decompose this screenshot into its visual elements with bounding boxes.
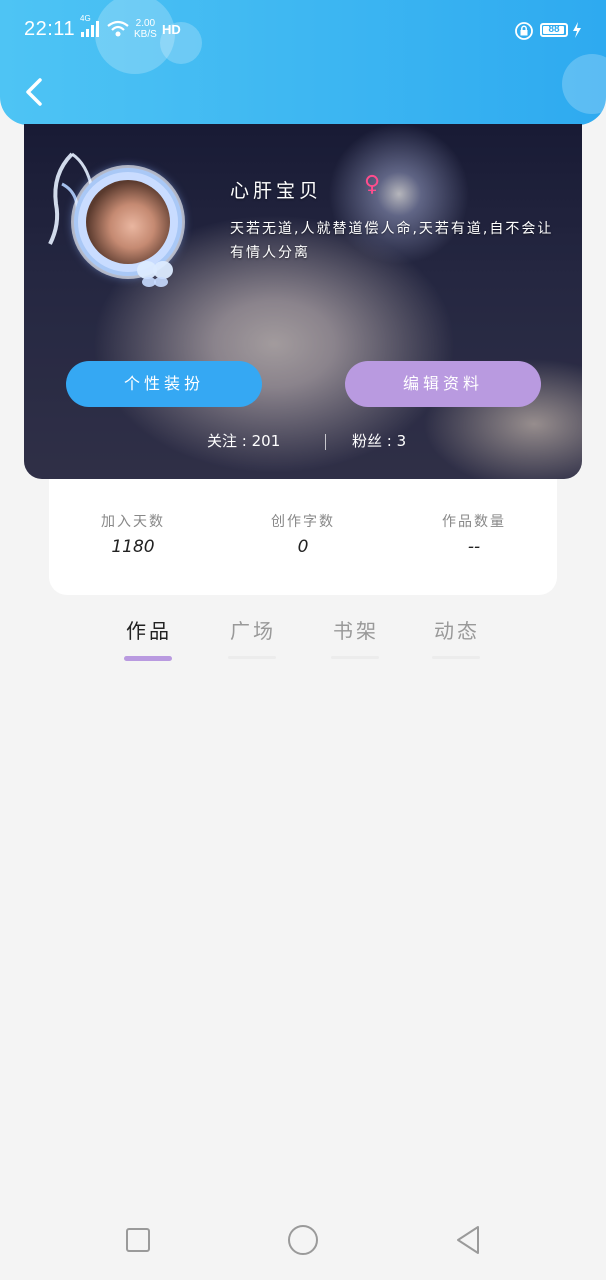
avatar[interactable] <box>86 180 170 264</box>
tab-square[interactable]: 广场 <box>230 615 276 644</box>
tab-indicator <box>228 656 276 659</box>
recent-apps-icon[interactable] <box>120 1222 156 1258</box>
dress-up-button[interactable]: 个性装扮 <box>66 361 262 407</box>
hd-badge: HD <box>162 22 181 37</box>
info-label: 作品数量 <box>442 514 506 530</box>
tab-bookshelf[interactable]: 书架 <box>333 615 379 644</box>
tab-indicator <box>331 656 379 659</box>
battery-icon: 88 <box>540 23 568 37</box>
gender-female-icon: ♀ <box>364 172 381 197</box>
info-works-count: 作品数量 -- <box>394 511 554 557</box>
network-type: 4G <box>80 14 91 23</box>
butterfly-decoration-icon <box>137 261 173 287</box>
fans-stat[interactable]: 粉丝 : 3 <box>352 430 406 451</box>
info-word-count: 创作字数 0 <box>223 511 383 557</box>
follow-count: 201 <box>251 432 281 450</box>
profile-banner: 心肝宝贝 ♀ 天若无道,人就替道偿人命,天若有道,自不会让有情人分离 个性装扮 … <box>24 124 582 479</box>
system-nav-bar <box>0 1200 606 1280</box>
status-bar: 22:11 4G 2.00 KB/S HD 88 <box>0 0 606 62</box>
info-join-days: 加入天数 1180 <box>53 511 213 557</box>
wifi-icon <box>107 20 129 37</box>
info-value: -- <box>467 537 481 557</box>
tab-active-indicator <box>124 656 172 661</box>
follow-stat[interactable]: 关注 : 201 <box>207 430 280 451</box>
charging-icon <box>573 22 581 38</box>
info-value: 0 <box>297 537 309 557</box>
status-time: 22:11 <box>24 18 76 40</box>
header-bar: 22:11 4G 2.00 KB/S HD 88 <box>0 0 606 125</box>
home-icon[interactable] <box>285 1222 321 1258</box>
back-nav-icon[interactable] <box>450 1222 486 1258</box>
fans-label: 粉丝 <box>352 432 383 450</box>
signal-icon <box>81 21 99 37</box>
nickname: 心肝宝贝 <box>230 180 323 202</box>
follow-label: 关注 <box>207 432 238 450</box>
edit-profile-button[interactable]: 编辑资料 <box>345 361 541 407</box>
bio-text: 天若无道,人就替道偿人命,天若有道,自不会让有情人分离 <box>230 221 554 261</box>
tab-indicator <box>432 656 480 659</box>
tab-moments[interactable]: 动态 <box>434 615 480 644</box>
stats-divider <box>325 434 326 450</box>
info-card: 加入天数 1180 创作字数 0 作品数量 -- <box>49 479 557 595</box>
follow-stats: 关注 : 201 粉丝 : 3 <box>24 430 582 454</box>
fans-count: 3 <box>396 432 407 450</box>
back-icon[interactable] <box>18 72 54 112</box>
lock-rotation-icon <box>515 22 533 40</box>
info-label: 加入天数 <box>101 514 165 530</box>
info-value: 1180 <box>111 537 155 557</box>
info-label: 创作字数 <box>271 514 335 530</box>
tab-works[interactable]: 作品 <box>126 615 172 644</box>
net-speed: 2.00 KB/S <box>134 18 157 40</box>
